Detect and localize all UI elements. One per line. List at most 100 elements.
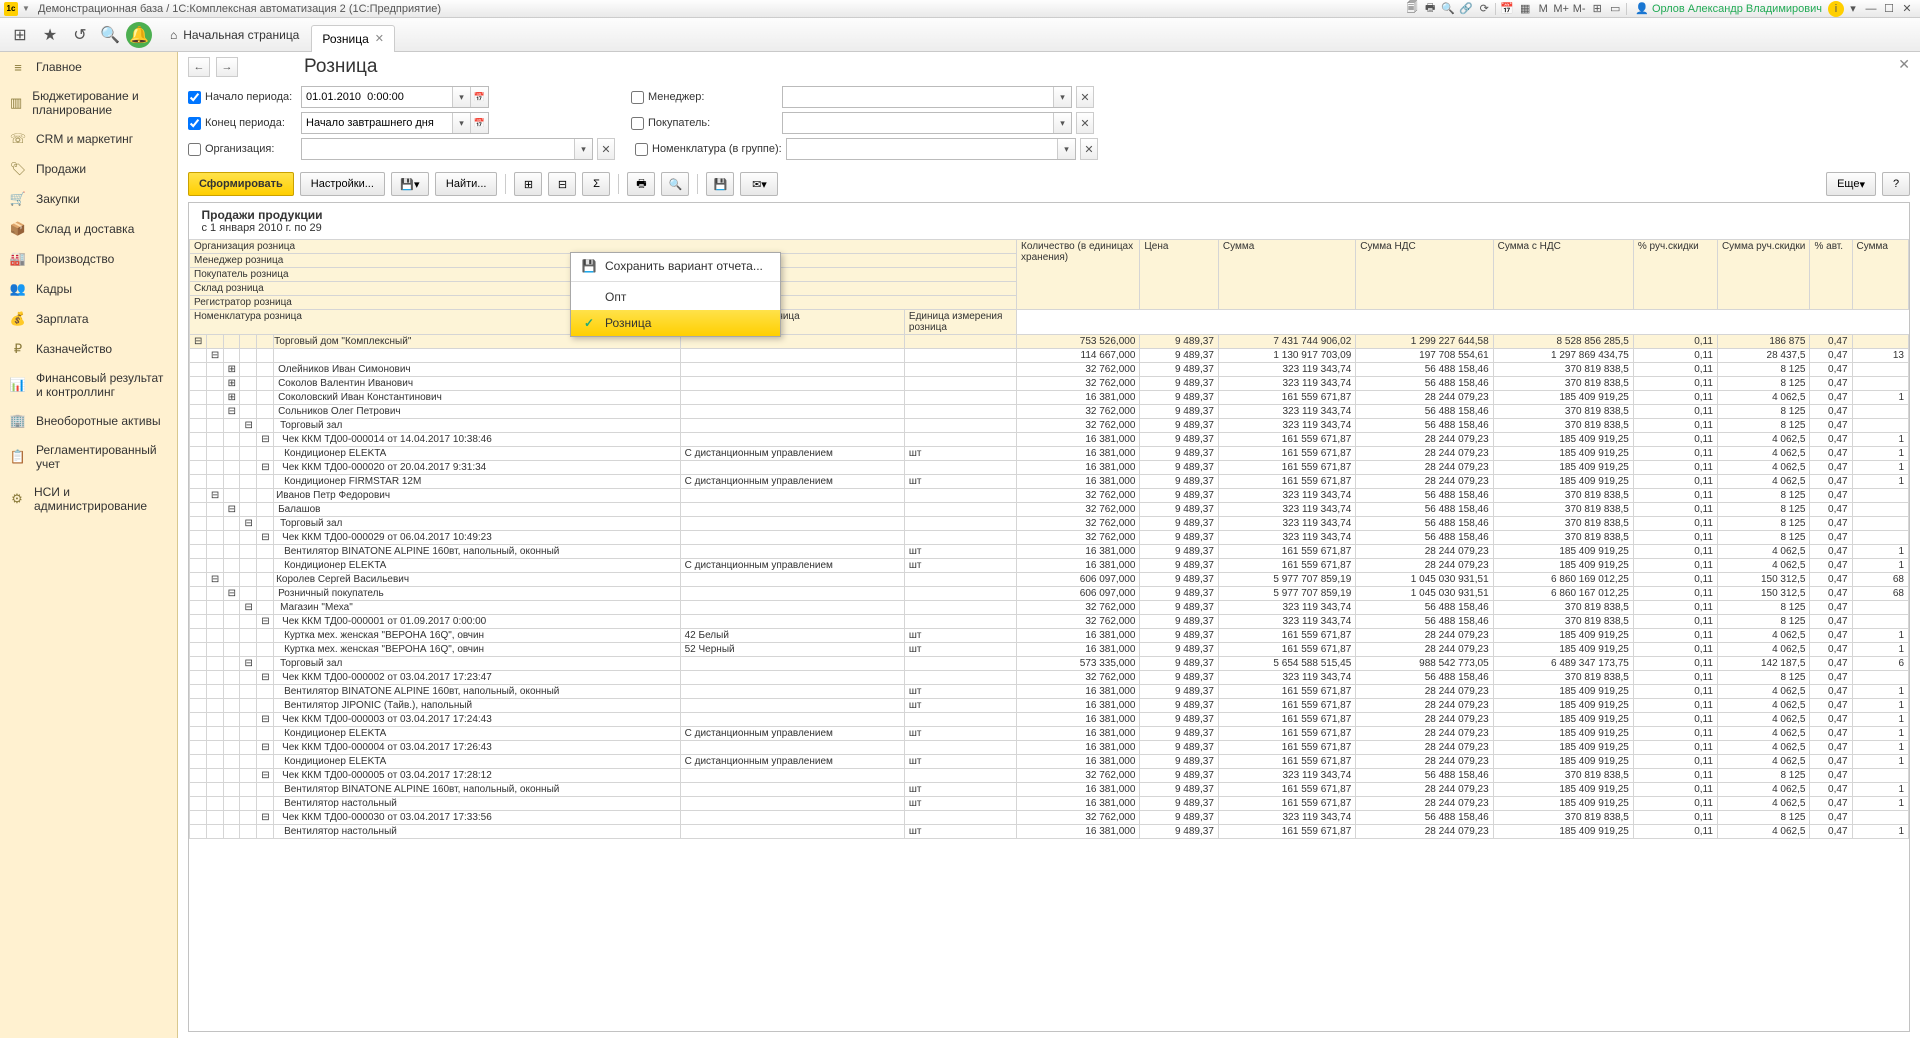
sidebar-item-hr[interactable]: 👥Кадры (0, 274, 177, 304)
collapse-icon[interactable]: ⊟ (240, 517, 257, 531)
save-icon[interactable]: 💾 (706, 172, 734, 196)
dropdown-icon[interactable]: ▾ (452, 87, 470, 107)
table-row[interactable]: ⊟Чек ККМ ТД00-000002 от 03.04.2017 17:23… (190, 671, 1909, 685)
sidebar-item-sales[interactable]: 🏷Продажи (0, 154, 177, 184)
period-end-input[interactable] (302, 113, 452, 133)
expand-icon[interactable]: ⊞ (223, 391, 240, 405)
period-end-combo[interactable]: ▾ 📅 (301, 112, 489, 134)
help-icon[interactable]: ? (1882, 172, 1910, 196)
expand-icon[interactable]: ⊞ (223, 363, 240, 377)
grid-icon[interactable]: ⊞ (1588, 1, 1606, 17)
dropdown-icon[interactable]: ▾ (1053, 113, 1071, 133)
sidebar-item-salary[interactable]: 💰Зарплата (0, 304, 177, 334)
collapse-icon[interactable]: ⊟ (257, 433, 274, 447)
collapse-icon[interactable]: ⊟ (257, 713, 274, 727)
dropdown-icon[interactable]: ▾ (1844, 1, 1862, 17)
table-row[interactable]: ⊟Королев Сергей Васильевич606 097,0009 4… (190, 573, 1909, 587)
menu-opt-wholesale[interactable]: Опт (571, 284, 780, 310)
period-start-input[interactable] (302, 87, 452, 107)
nomen-combo[interactable]: ▾ (786, 138, 1076, 160)
table-row[interactable]: ⊟Сольников Олег Петрович32 762,0009 489,… (190, 405, 1909, 419)
nav-forward-button[interactable]: → (216, 57, 238, 77)
history-icon[interactable]: ↺ (66, 22, 94, 48)
calendar-icon[interactable]: 📅 (470, 87, 488, 107)
find-button[interactable]: Найти... (435, 172, 498, 196)
table-row[interactable]: ⊟Чек ККМ ТД00-000029 от 06.04.2017 10:49… (190, 531, 1909, 545)
m-minus-icon[interactable]: M- (1570, 1, 1588, 17)
table-row[interactable]: ⊟Чек ККМ ТД00-000004 от 03.04.2017 17:26… (190, 741, 1909, 755)
buyer-checkbox[interactable] (631, 117, 644, 130)
dropdown-icon[interactable]: ▾ (452, 113, 470, 133)
manager-input[interactable] (783, 87, 1053, 107)
table-row[interactable]: Кондиционер ELEKTAС дистанционным управл… (190, 559, 1909, 573)
collapse-icon[interactable]: ⊟ (257, 461, 274, 475)
collapse-icon[interactable]: ⊟ (257, 671, 274, 685)
variant-dropdown-button[interactable]: 💾▾ (391, 172, 429, 196)
table-row[interactable]: Вентилятор JIPONIC (Тайв.), напольныйшт1… (190, 699, 1909, 713)
notification-icon[interactable]: 🔔 (126, 22, 152, 48)
collapse-icon[interactable]: ⊟ (223, 503, 240, 517)
sidebar-item-assets[interactable]: 🏢Внеоборотные активы (0, 406, 177, 436)
maximize-icon[interactable]: ☐ (1880, 1, 1898, 17)
sidebar-item-main[interactable]: ≡Главное (0, 52, 177, 82)
tab-close-icon[interactable]: ✕ (375, 32, 384, 45)
table-row[interactable]: ⊟Чек ККМ ТД00-000003 от 03.04.2017 17:24… (190, 713, 1909, 727)
collapse-icon[interactable]: ⊟ (240, 601, 257, 615)
collapse-icon[interactable]: ⊟ (206, 349, 223, 363)
report-area[interactable]: Продажи продукции с 1 января 2010 г. по … (188, 202, 1910, 1032)
table-row[interactable]: ⊟Торговый зал573 335,0009 489,375 654 58… (190, 657, 1909, 671)
clear-icon[interactable]: ✕ (597, 138, 615, 160)
m-plus-icon[interactable]: M+ (1552, 1, 1570, 17)
close-window-icon[interactable]: ✕ (1898, 1, 1916, 17)
refresh-icon[interactable]: ⟳ (1475, 1, 1493, 17)
table-row[interactable]: ⊟Балашов32 762,0009 489,37323 119 343,74… (190, 503, 1909, 517)
mail-dropdown-icon[interactable]: ✉▾ (740, 172, 778, 196)
toolbar-icon[interactable]: 🗐 (1403, 1, 1421, 17)
sidebar-item-treasury[interactable]: ₽Казначейство (0, 334, 177, 364)
menu-save-variant[interactable]: 💾Сохранить вариант отчета... (571, 253, 780, 279)
sidebar-item-warehouse[interactable]: 📦Склад и доставка (0, 214, 177, 244)
org-combo[interactable]: ▾ (301, 138, 593, 160)
sidebar-item-crm[interactable]: ☏CRM и маркетинг (0, 124, 177, 154)
collapse-icon[interactable]: ⊟ (257, 531, 274, 545)
nav-back-button[interactable]: ← (188, 57, 210, 77)
page-close-icon[interactable]: ✕ (1898, 56, 1910, 73)
info-icon[interactable]: i (1828, 1, 1844, 17)
org-input[interactable] (302, 139, 574, 159)
collapse-icon[interactable]: ⊟ (190, 335, 207, 349)
settings-button[interactable]: Настройки... (300, 172, 385, 196)
table-row[interactable]: Куртка мех. женская "ВЕРОНА 16Q", овчин5… (190, 643, 1909, 657)
table-row[interactable]: Вентилятор настольныйшт16 381,0009 489,3… (190, 797, 1909, 811)
collapse-icon[interactable]: ⊟ (223, 405, 240, 419)
minimize-icon[interactable]: — (1862, 1, 1880, 17)
more-button[interactable]: Еще ▾ (1826, 172, 1876, 196)
table-row[interactable]: ⊟Чек ККМ ТД00-000005 от 03.04.2017 17:28… (190, 769, 1909, 783)
table-row[interactable]: Кондиционер ELEKTAС дистанционным управл… (190, 755, 1909, 769)
table-row[interactable]: ⊟Чек ККМ ТД00-000020 от 20.04.2017 9:31:… (190, 461, 1909, 475)
table-row[interactable]: ⊟Торговый зал32 762,0009 489,37323 119 3… (190, 517, 1909, 531)
period-start-combo[interactable]: ▾ 📅 (301, 86, 489, 108)
print-button[interactable]: 🖶 (627, 172, 655, 196)
window-icon[interactable]: ▭ (1606, 1, 1624, 17)
org-checkbox[interactable] (188, 143, 201, 156)
sidebar-item-reg[interactable]: 📋Регламентированный учет (0, 436, 177, 478)
star-icon[interactable]: ★ (36, 22, 64, 48)
collapse-icon[interactable]: ⊟ (257, 741, 274, 755)
period-start-checkbox[interactable] (188, 91, 201, 104)
table-row[interactable]: ⊟Иванов Петр Федорович32 762,0009 489,37… (190, 489, 1909, 503)
table-row[interactable]: ⊟Чек ККМ ТД00-000014 от 14.04.2017 10:38… (190, 433, 1909, 447)
collapse-icon[interactable]: ⊟ (206, 573, 223, 587)
apps-icon[interactable]: ⊞ (6, 22, 34, 48)
table-row[interactable]: ⊟Торговый зал32 762,0009 489,37323 119 3… (190, 419, 1909, 433)
table-row[interactable]: ⊟Чек ККМ ТД00-000030 от 03.04.2017 17:33… (190, 811, 1909, 825)
collapse-icon[interactable]: ⊟ (206, 489, 223, 503)
collapse-icon[interactable]: ⊟ (223, 587, 240, 601)
sidebar-item-fin[interactable]: 📊Финансовый результат и контроллинг (0, 364, 177, 406)
sum-icon[interactable]: Σ (582, 172, 610, 196)
calendar-icon[interactable]: 📅 (1498, 1, 1516, 17)
collapse-icon[interactable]: ⊟ (240, 657, 257, 671)
nomen-input[interactable] (787, 139, 1057, 159)
dropdown-icon[interactable]: ▾ (1057, 139, 1075, 159)
print-icon[interactable]: 🖶 (1421, 1, 1439, 17)
table-row[interactable]: ⊞Олейников Иван Симонович32 762,0009 489… (190, 363, 1909, 377)
